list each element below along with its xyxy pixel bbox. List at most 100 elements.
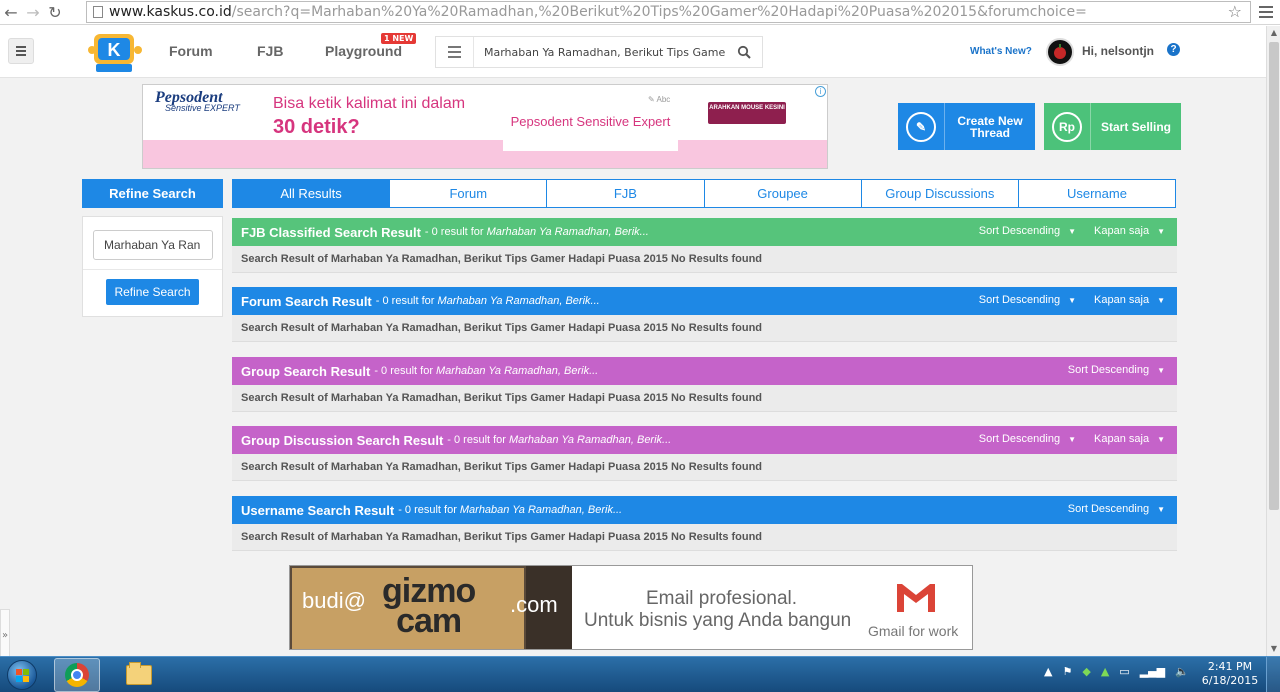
result-tabs: All Results Forum FJB Groupee Group Disc… [232,179,1177,208]
divider [83,269,222,270]
caret-down-icon: ▼ [1157,296,1165,305]
chrome-menu-icon[interactable] [1256,2,1276,22]
drive-icon[interactable]: ▭ [1119,665,1129,678]
search-category-menu-icon[interactable] [436,37,474,67]
refine-search-title: Refine Search [82,179,223,208]
nav-playground[interactable]: Playground [325,43,402,59]
address-bar[interactable]: www.kaskus.co.id/search?q=Marhaban%20Ya%… [86,1,1251,23]
group-result-section: Group Search Result - 0 result for Marha… [232,357,1177,412]
tab-all-results[interactable]: All Results [232,179,391,208]
ad-brand-sub: Sensitive EXPERT [165,103,240,113]
refine-search-button[interactable]: Refine Search [106,279,199,305]
sort-label: Sort Descending [978,433,1061,445]
taskbar-explorer[interactable] [116,658,162,692]
whats-new-link[interactable]: What's New? [970,46,1032,57]
result-message: Search Result of Marhaban Ya Ramadhan, B… [232,246,1177,273]
scroll-up-icon[interactable]: ▲ [1267,26,1280,40]
side-menu-button[interactable] [8,38,34,64]
ad-typing-text: Pepsodent Sensitive Expert [510,113,671,129]
username-result-section: Username Search Result - 0 result for Ma… [232,496,1177,551]
taskbar-chrome[interactable] [54,658,100,692]
ad-email-right: .com [510,592,558,617]
nav-fjb[interactable]: FJB [257,43,283,59]
site-header: K Forum FJB Playground 1 NEW What's New?… [0,26,1266,78]
result-title: Group Search Result [241,363,371,379]
result-query: Marhaban Ya Ramadhan, Berik... [459,504,623,516]
show-desktop-button[interactable] [1266,657,1280,692]
sort-label: Sort Descending [978,294,1061,306]
tab-username[interactable]: Username [1017,179,1177,208]
signal-icon[interactable]: ▂▄▆ [1140,665,1165,678]
caret-down-icon: ▼ [1068,227,1076,236]
result-header: Group Discussion Search Result - 0 resul… [232,426,1177,454]
caret-down-icon: ▼ [1068,435,1076,444]
tab-group-discussions[interactable]: Group Discussions [860,179,1019,208]
start-selling-label: Start Selling [1100,119,1171,134]
ad-cta-button[interactable]: ARAHKAN MOUSE KESINI [708,102,786,124]
ad-headline-1: Bisa ketik kalimat ini dalam [273,95,466,112]
result-title: Username Search Result [241,502,395,518]
time-dropdown[interactable]: Kapan saja ▼ [1094,294,1165,306]
avatar[interactable] [1046,38,1074,66]
ad-line-2: Untuk bisnis yang Anda bangun [584,610,852,631]
sort-dropdown[interactable]: Sort Descending ▼ [979,225,1076,237]
result-message: Search Result of Marhaban Ya Ramadhan, B… [232,524,1177,551]
create-new-thread-button[interactable]: ✎ Create New Thread [898,103,1035,150]
refine-search-panel: Refine Search [82,216,223,317]
scroll-down-icon[interactable]: ▼ [1267,642,1280,656]
sort-label: Sort Descending [1067,364,1150,376]
caret-down-icon: ▼ [1157,435,1165,444]
ad-gizmo-text: gizmo cam [382,574,476,638]
time-dropdown[interactable]: Kapan saja ▼ [1094,433,1165,445]
search-icon[interactable] [726,37,762,67]
result-header: FJB Classified Search Result - 0 result … [232,218,1177,246]
search-input[interactable] [474,37,726,67]
result-query: Marhaban Ya Ramadhan, Berik... [508,434,672,446]
result-header: Forum Search Result - 0 result for Marha… [232,287,1177,315]
result-header: Group Search Result - 0 result for Marha… [232,357,1177,385]
result-count: - 0 result for [447,434,506,446]
time-label: Kapan saja [1094,294,1150,306]
pepsodent-ad-banner[interactable]: Pepsodent Sensitive EXPERT Bisa ketik ka… [142,84,828,169]
user-greeting[interactable]: Hi, nelsontjn [1082,44,1154,58]
taskbar-clock[interactable]: 2:41 PM 6/18/2015 [1200,660,1260,688]
show-hidden-icons-icon[interactable]: ▲ [1044,665,1052,678]
expand-panel-icon[interactable]: » [0,609,10,656]
sort-dropdown[interactable]: Sort Descending ▼ [1068,364,1165,376]
result-message: Search Result of Marhaban Ya Ramadhan, B… [232,385,1177,412]
tab-fjb[interactable]: FJB [546,179,705,208]
sort-dropdown[interactable]: Sort Descending ▼ [979,294,1076,306]
flag-icon[interactable]: ⚑ [1062,665,1072,678]
tab-forum[interactable]: Forum [389,179,548,208]
clock-date: 6/18/2015 [1201,674,1259,687]
nav-forum[interactable]: Forum [169,43,213,59]
network-app-icon[interactable]: ◆ [1082,665,1090,678]
back-arrow-icon[interactable]: ← [0,1,22,23]
page-scrollbar[interactable]: ▲ ▼ [1266,26,1280,656]
ad-email-left: budi@ [302,588,366,613]
chrome-icon [65,663,89,687]
time-label: Kapan saja [1094,225,1150,237]
start-selling-button[interactable]: Rp Start Selling [1044,103,1181,150]
volume-icon[interactable]: 🔈 [1175,665,1189,678]
ad-info-icon[interactable]: i [815,86,826,97]
gmail-icon [896,582,936,612]
bookmark-star-icon[interactable]: ☆ [1228,2,1242,21]
group-discussion-result-section: Group Discussion Search Result - 0 resul… [232,426,1177,481]
sort-dropdown[interactable]: Sort Descending ▼ [979,433,1076,445]
folder-icon [126,662,152,685]
tab-groupee[interactable]: Groupee [703,179,862,208]
gmail-for-work-ad[interactable]: budi@ gizmo cam .com Email profesional. … [289,565,973,650]
start-button[interactable] [2,658,42,692]
fjb-result-section: FJB Classified Search Result - 0 result … [232,218,1177,273]
forward-arrow-icon[interactable]: → [22,1,44,23]
app-tray-icon[interactable]: ▲ [1101,665,1109,678]
reload-icon[interactable]: ↻ [44,1,66,23]
page-content: K Forum FJB Playground 1 NEW What's New?… [0,26,1266,656]
kaskus-logo[interactable]: K [88,30,142,74]
time-dropdown[interactable]: Kapan saja ▼ [1094,225,1165,237]
refine-search-input[interactable] [93,230,213,260]
help-icon[interactable]: ? [1167,43,1180,56]
sort-dropdown[interactable]: Sort Descending ▼ [1068,503,1165,515]
scroll-thumb[interactable] [1269,42,1279,510]
